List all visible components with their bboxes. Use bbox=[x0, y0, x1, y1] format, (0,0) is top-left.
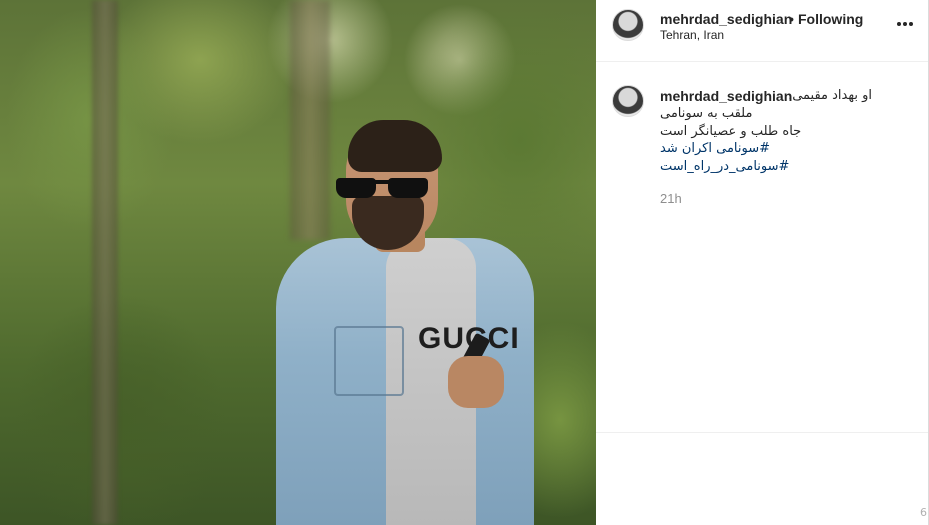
sunglasses-lens-left bbox=[336, 178, 376, 198]
sunglasses bbox=[336, 176, 434, 200]
caption-line-3: جاه طلب و عصیانگر است bbox=[660, 124, 802, 139]
caption-avatar[interactable] bbox=[612, 85, 644, 117]
hand bbox=[448, 356, 504, 408]
tree-trunk bbox=[92, 0, 118, 525]
caption-line-1: او بهداد مقیمی، bbox=[788, 88, 872, 103]
corner-glyph: 6 bbox=[920, 506, 927, 519]
tree-trunk-background bbox=[290, 0, 330, 240]
header-username-link[interactable]: mehrdad_sedighian bbox=[660, 11, 792, 27]
jacket-pocket bbox=[334, 326, 404, 396]
location-link[interactable]: Tehran, Iran bbox=[660, 28, 724, 42]
avatar[interactable] bbox=[612, 9, 644, 41]
hashtag-link[interactable]: #سونامی اکران شد bbox=[660, 141, 770, 156]
more-options-icon[interactable] bbox=[895, 14, 915, 34]
header-separator: • bbox=[789, 11, 794, 27]
post-header: mehrdad_sedighian • Following Tehran, Ir… bbox=[596, 0, 929, 62]
hashtag-link[interactable]: #سونامی_در_راه_است bbox=[660, 159, 789, 174]
sunglasses-lens-right bbox=[388, 178, 428, 198]
post-timestamp[interactable]: 21h bbox=[660, 191, 682, 206]
caption-line-2: ملقب به سونامی bbox=[660, 106, 753, 121]
caption-username-link[interactable]: mehrdad_sedighian bbox=[660, 88, 792, 104]
following-button[interactable]: Following bbox=[798, 11, 863, 27]
actions-divider bbox=[596, 432, 929, 433]
hair bbox=[348, 120, 442, 172]
post-image[interactable]: GUCCI bbox=[0, 0, 596, 525]
post-side-panel: mehrdad_sedighian • Following Tehran, Ir… bbox=[596, 0, 929, 525]
